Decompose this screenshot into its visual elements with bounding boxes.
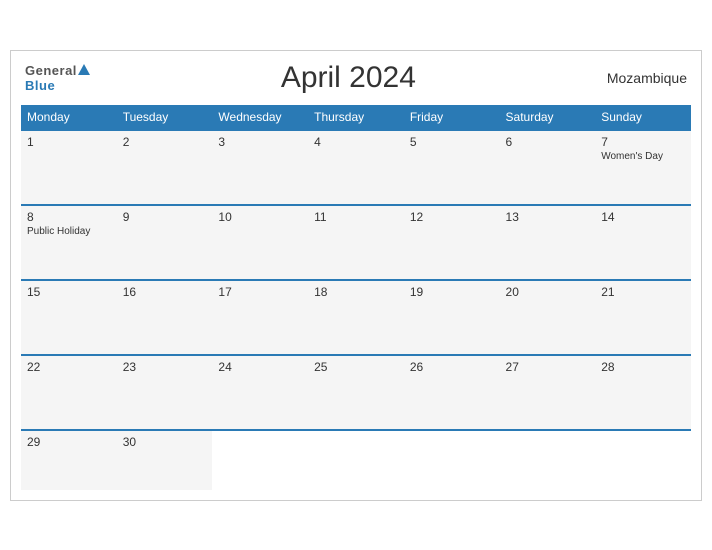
day-number: 6 [506,135,590,149]
day-number: 4 [314,135,398,149]
calendar-container: General Blue April 2024 Mozambique Monda… [10,50,702,501]
calendar-day-cell: 4 [308,130,404,205]
weekday-header: Thursday [308,105,404,130]
calendar-day-cell: 25 [308,355,404,430]
calendar-day-cell: 22 [21,355,117,430]
weekday-header: Wednesday [212,105,308,130]
day-number: 8 [27,210,111,224]
calendar-day-cell: 13 [500,205,596,280]
calendar-day-cell: 9 [117,205,213,280]
calendar-day-cell: 28 [595,355,691,430]
day-number: 20 [506,285,590,299]
day-number: 26 [410,360,494,374]
logo-blue-text: Blue [25,78,55,93]
day-number: 15 [27,285,111,299]
weekday-header-row: MondayTuesdayWednesdayThursdayFridaySatu… [21,105,691,130]
calendar-day-cell: 3 [212,130,308,205]
calendar-day-cell: 5 [404,130,500,205]
calendar-day-cell [595,430,691,490]
calendar-day-cell: 14 [595,205,691,280]
weekday-header: Monday [21,105,117,130]
day-number: 24 [218,360,302,374]
calendar-day-cell: 1 [21,130,117,205]
calendar-day-cell: 15 [21,280,117,355]
calendar-week-row: 8 Public Holiday 9 10 11 12 13 14 [21,205,691,280]
day-event: Women's Day [601,151,685,162]
day-number: 9 [123,210,207,224]
day-number: 22 [27,360,111,374]
calendar-day-cell: 27 [500,355,596,430]
calendar-week-row: 29 30 [21,430,691,490]
calendar-day-cell [212,430,308,490]
calendar-day-cell: 20 [500,280,596,355]
calendar-header: General Blue April 2024 Mozambique [21,61,691,95]
day-number: 19 [410,285,494,299]
calendar-day-cell [500,430,596,490]
calendar-day-cell: 26 [404,355,500,430]
day-number: 11 [314,210,398,224]
day-number: 21 [601,285,685,299]
weekday-header: Friday [404,105,500,130]
logo-triangle-icon [78,64,90,75]
calendar-country: Mozambique [607,70,687,86]
day-number: 7 [601,135,685,149]
calendar-day-cell: 18 [308,280,404,355]
day-number: 1 [27,135,111,149]
calendar-day-cell: 2 [117,130,213,205]
day-number: 28 [601,360,685,374]
day-number: 13 [506,210,590,224]
day-number: 14 [601,210,685,224]
calendar-day-cell: 12 [404,205,500,280]
day-number: 30 [123,435,207,449]
calendar-day-cell: 8 Public Holiday [21,205,117,280]
day-event: Public Holiday [27,226,111,237]
calendar-day-cell: 10 [212,205,308,280]
calendar-day-cell: 11 [308,205,404,280]
day-number: 23 [123,360,207,374]
calendar-day-cell: 23 [117,355,213,430]
day-number: 25 [314,360,398,374]
day-number: 5 [410,135,494,149]
logo: General Blue [25,63,90,93]
calendar-day-cell [308,430,404,490]
day-number: 29 [27,435,111,449]
day-number: 16 [123,285,207,299]
weekday-header: Tuesday [117,105,213,130]
day-number: 18 [314,285,398,299]
day-number: 3 [218,135,302,149]
day-number: 2 [123,135,207,149]
calendar-day-cell [404,430,500,490]
calendar-week-row: 1234567 Women's Day [21,130,691,205]
day-number: 27 [506,360,590,374]
calendar-week-row: 22 23 24 25 26 27 28 [21,355,691,430]
calendar-day-cell: 17 [212,280,308,355]
calendar-week-row: 15 16 17 18 19 20 21 [21,280,691,355]
calendar-day-cell: 21 [595,280,691,355]
day-number: 12 [410,210,494,224]
calendar-day-cell: 16 [117,280,213,355]
calendar-day-cell: 19 [404,280,500,355]
calendar-day-cell: 6 [500,130,596,205]
logo-general-text: General [25,63,77,78]
calendar-title: April 2024 [281,61,416,95]
day-number: 17 [218,285,302,299]
weekday-header: Saturday [500,105,596,130]
calendar-day-cell: 29 [21,430,117,490]
calendar-day-cell: 24 [212,355,308,430]
calendar-day-cell: 30 [117,430,213,490]
calendar-grid: MondayTuesdayWednesdayThursdayFridaySatu… [21,105,691,490]
day-number: 10 [218,210,302,224]
weekday-header: Sunday [595,105,691,130]
calendar-day-cell: 7 Women's Day [595,130,691,205]
